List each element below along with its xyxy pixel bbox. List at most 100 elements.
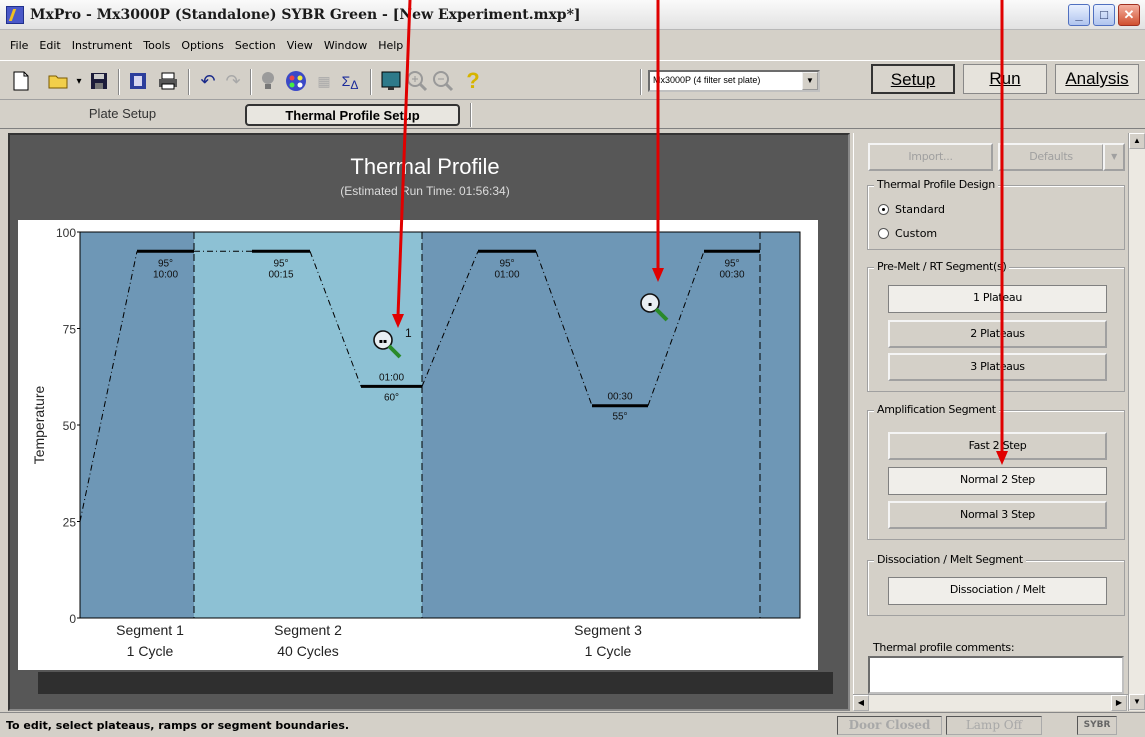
plateau-time-label: 00:15 xyxy=(268,269,293,280)
sigma-delta-icon[interactable]: ΣΔ xyxy=(335,70,365,92)
thermal-profile-chart[interactable]: 1007550250Temperature95°10:0095°00:1501:… xyxy=(18,220,818,670)
chevron-down-icon[interactable]: ▼ xyxy=(802,72,818,90)
y-tick-label: 75 xyxy=(63,323,77,337)
menu-help[interactable]: Help xyxy=(378,39,403,52)
segment-2-region xyxy=(194,232,422,618)
menu-options[interactable]: Options xyxy=(181,39,223,52)
import-button[interactable]: Import... xyxy=(868,143,993,171)
toolbar-separator xyxy=(640,69,642,95)
run-label: Run xyxy=(989,69,1021,88)
lamp-status: Lamp Off xyxy=(946,716,1042,735)
toolbar-separator xyxy=(188,69,190,95)
segment-1-region xyxy=(80,232,194,618)
plateau-temp-label: 95° xyxy=(273,258,288,269)
tab-thermal-profile-setup[interactable]: Thermal Profile Setup xyxy=(245,104,460,126)
plateau-time-label: 01:00 xyxy=(379,372,404,383)
save-icon[interactable] xyxy=(88,70,110,92)
amplification-title: Amplification Segment xyxy=(874,403,999,416)
three-plateaus-button[interactable]: 3 Plateaus xyxy=(888,353,1107,381)
segment-cycles-label: 1 Cycle xyxy=(585,643,632,659)
undo-icon[interactable]: ↶ xyxy=(197,70,219,92)
segment-3-region xyxy=(422,232,800,618)
plateau-time-label: 00:30 xyxy=(607,392,632,403)
one-plateau-button[interactable]: 1 Plateau xyxy=(888,285,1107,313)
custom-label: Custom xyxy=(895,227,938,240)
segment-name-label: Segment 3 xyxy=(574,622,642,638)
bulb-icon[interactable] xyxy=(257,70,279,92)
scroll-right-icon[interactable]: ▶ xyxy=(1111,695,1127,711)
menu-file[interactable]: File xyxy=(10,39,28,52)
scroll-left-icon[interactable]: ◀ xyxy=(853,695,869,711)
plateau-temp-label: 95° xyxy=(158,258,173,269)
profile-design-group: Thermal Profile Design Standard Custom xyxy=(867,178,1125,250)
setup-mode-button[interactable]: Setup xyxy=(871,64,955,94)
estimated-run-time: (Estimated Run Time: 01:56:34) xyxy=(340,184,510,198)
open-folder-icon[interactable] xyxy=(48,70,70,92)
section-tabs: Plate Setup Thermal Profile Setup xyxy=(0,101,1145,129)
monitor-icon[interactable] xyxy=(380,70,402,92)
plateau-temp-label: 60° xyxy=(384,392,399,403)
plate-icon[interactable] xyxy=(127,70,149,92)
door-status: Door Closed xyxy=(837,716,942,735)
menu-tools[interactable]: Tools xyxy=(143,39,170,52)
radio-selected-icon xyxy=(878,204,889,215)
minimize-button[interactable]: _ xyxy=(1068,4,1090,26)
open-dropdown-icon[interactable]: ▾ xyxy=(72,70,86,92)
status-message: To edit, select plateaus, ramps or segme… xyxy=(6,719,350,732)
plateau-time-label: 00:30 xyxy=(719,269,744,280)
close-button[interactable]: ✕ xyxy=(1118,4,1140,26)
plateau-time-label: 10:00 xyxy=(153,269,178,280)
redo-icon[interactable]: ↷ xyxy=(222,70,244,92)
fast-2-step-button[interactable]: Fast 2 Step xyxy=(888,432,1107,460)
comments-label: Thermal profile comments: xyxy=(873,641,1015,654)
normal-3-step-button[interactable]: Normal 3 Step xyxy=(888,501,1107,529)
calendar-icon[interactable]: ▦ xyxy=(313,70,335,92)
y-axis-label: Temperature xyxy=(31,385,47,464)
run-mode-button[interactable]: Run xyxy=(963,64,1047,94)
menu-instrument[interactable]: Instrument xyxy=(72,39,133,52)
vertical-scrollbar[interactable]: ▲ ▼ xyxy=(1128,133,1145,711)
premelt-title: Pre-Melt / RT Segment(s) xyxy=(874,260,1010,273)
menu-view[interactable]: View xyxy=(287,39,313,52)
scroll-down-icon[interactable]: ▼ xyxy=(1129,694,1145,710)
app-icon xyxy=(6,6,24,24)
y-tick-label: 0 xyxy=(69,612,76,626)
dye-icon[interactable] xyxy=(285,70,307,92)
menu-window[interactable]: Window xyxy=(324,39,367,52)
y-tick-label: 25 xyxy=(63,516,77,530)
toolbar-separator xyxy=(250,69,252,95)
dye-mode-status: SYBR xyxy=(1077,716,1117,735)
horizontal-scrollbar[interactable]: ◀ ▶ xyxy=(853,694,1128,711)
plateau-temp-label: 55° xyxy=(612,412,627,423)
new-file-icon[interactable] xyxy=(10,70,32,92)
menu-section[interactable]: Section xyxy=(235,39,276,52)
menu-bar: File Edit Instrument Tools Options Secti… xyxy=(0,31,1145,59)
comments-textarea[interactable] xyxy=(868,656,1124,694)
defaults-dropdown-icon[interactable]: ▼ xyxy=(1103,143,1125,171)
chart-shadow xyxy=(38,672,833,694)
print-icon[interactable] xyxy=(157,70,179,92)
dissociation-title: Dissociation / Melt Segment xyxy=(874,553,1026,566)
custom-radio[interactable]: Custom xyxy=(878,227,937,240)
dissociation-melt-button[interactable]: Dissociation / Melt xyxy=(888,577,1107,605)
zoom-out-icon[interactable] xyxy=(432,70,454,92)
menu-edit[interactable]: Edit xyxy=(39,39,60,52)
defaults-button[interactable]: Defaults xyxy=(998,143,1104,171)
segment-cycles-label: 40 Cycles xyxy=(277,643,338,659)
analysis-mode-button[interactable]: Analysis xyxy=(1055,64,1139,94)
tab-divider xyxy=(470,103,472,127)
standard-radio[interactable]: Standard xyxy=(878,203,945,216)
maximize-button[interactable]: □ xyxy=(1093,4,1115,26)
magnifier-glyph: ▪▪ xyxy=(379,338,387,345)
plate-type-select[interactable]: Mx3000P (4 filter set plate) ▼ xyxy=(648,70,820,92)
normal-2-step-button[interactable]: Normal 2 Step xyxy=(888,467,1107,495)
radio-icon xyxy=(878,228,889,239)
tab-plate-setup[interactable]: Plate Setup xyxy=(10,104,235,126)
zoom-in-icon[interactable] xyxy=(406,70,428,92)
help-icon[interactable]: ? xyxy=(462,68,484,93)
plateau-time-label: 01:00 xyxy=(494,269,519,280)
two-plateaus-button[interactable]: 2 Plateaus xyxy=(888,320,1107,348)
scroll-up-icon[interactable]: ▲ xyxy=(1129,133,1145,149)
toolbar-separator xyxy=(118,69,120,95)
plateau-temp-label: 95° xyxy=(724,258,739,269)
